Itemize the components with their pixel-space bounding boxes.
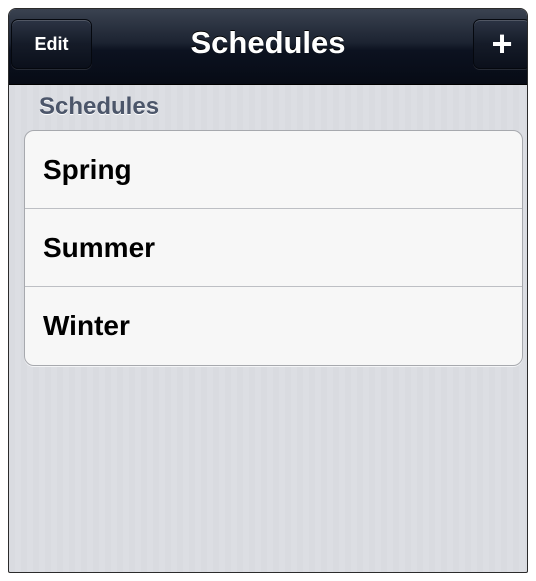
page-title: Schedules — [190, 25, 346, 60]
plus-icon: + — [491, 23, 513, 64]
list-item-winter[interactable]: Winter — [25, 287, 522, 365]
list-item-summer[interactable]: Summer — [25, 209, 522, 287]
section-header: Schedules — [39, 93, 160, 120]
list-item-label: Winter — [43, 310, 130, 341]
add-schedule-button[interactable]: + — [473, 19, 527, 69]
list-item-label: Summer — [43, 231, 156, 263]
schedules-list: Spring Summer Winter — [24, 130, 523, 366]
app-window: Edit Schedules + Schedules Spring Summer… — [8, 8, 528, 573]
list-item-label: Spring — [43, 153, 132, 185]
navigation-bar: Edit Schedules + — [9, 9, 527, 85]
list-item-spring[interactable]: Spring — [25, 131, 522, 209]
